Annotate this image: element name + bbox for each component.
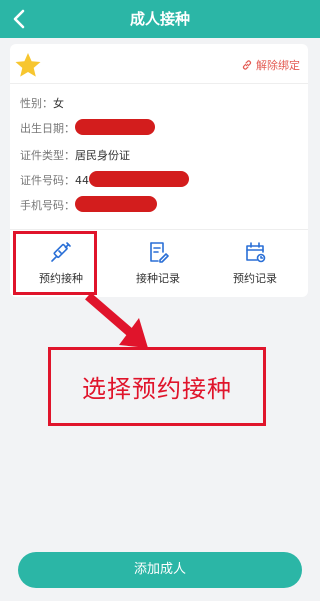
annotation-arrow	[85, 292, 148, 348]
annotation-callout: 选择预约接种	[48, 347, 266, 426]
add-adult-button[interactable]: 添加成人	[18, 552, 302, 588]
callout-text: 选择预约接种	[82, 375, 232, 403]
